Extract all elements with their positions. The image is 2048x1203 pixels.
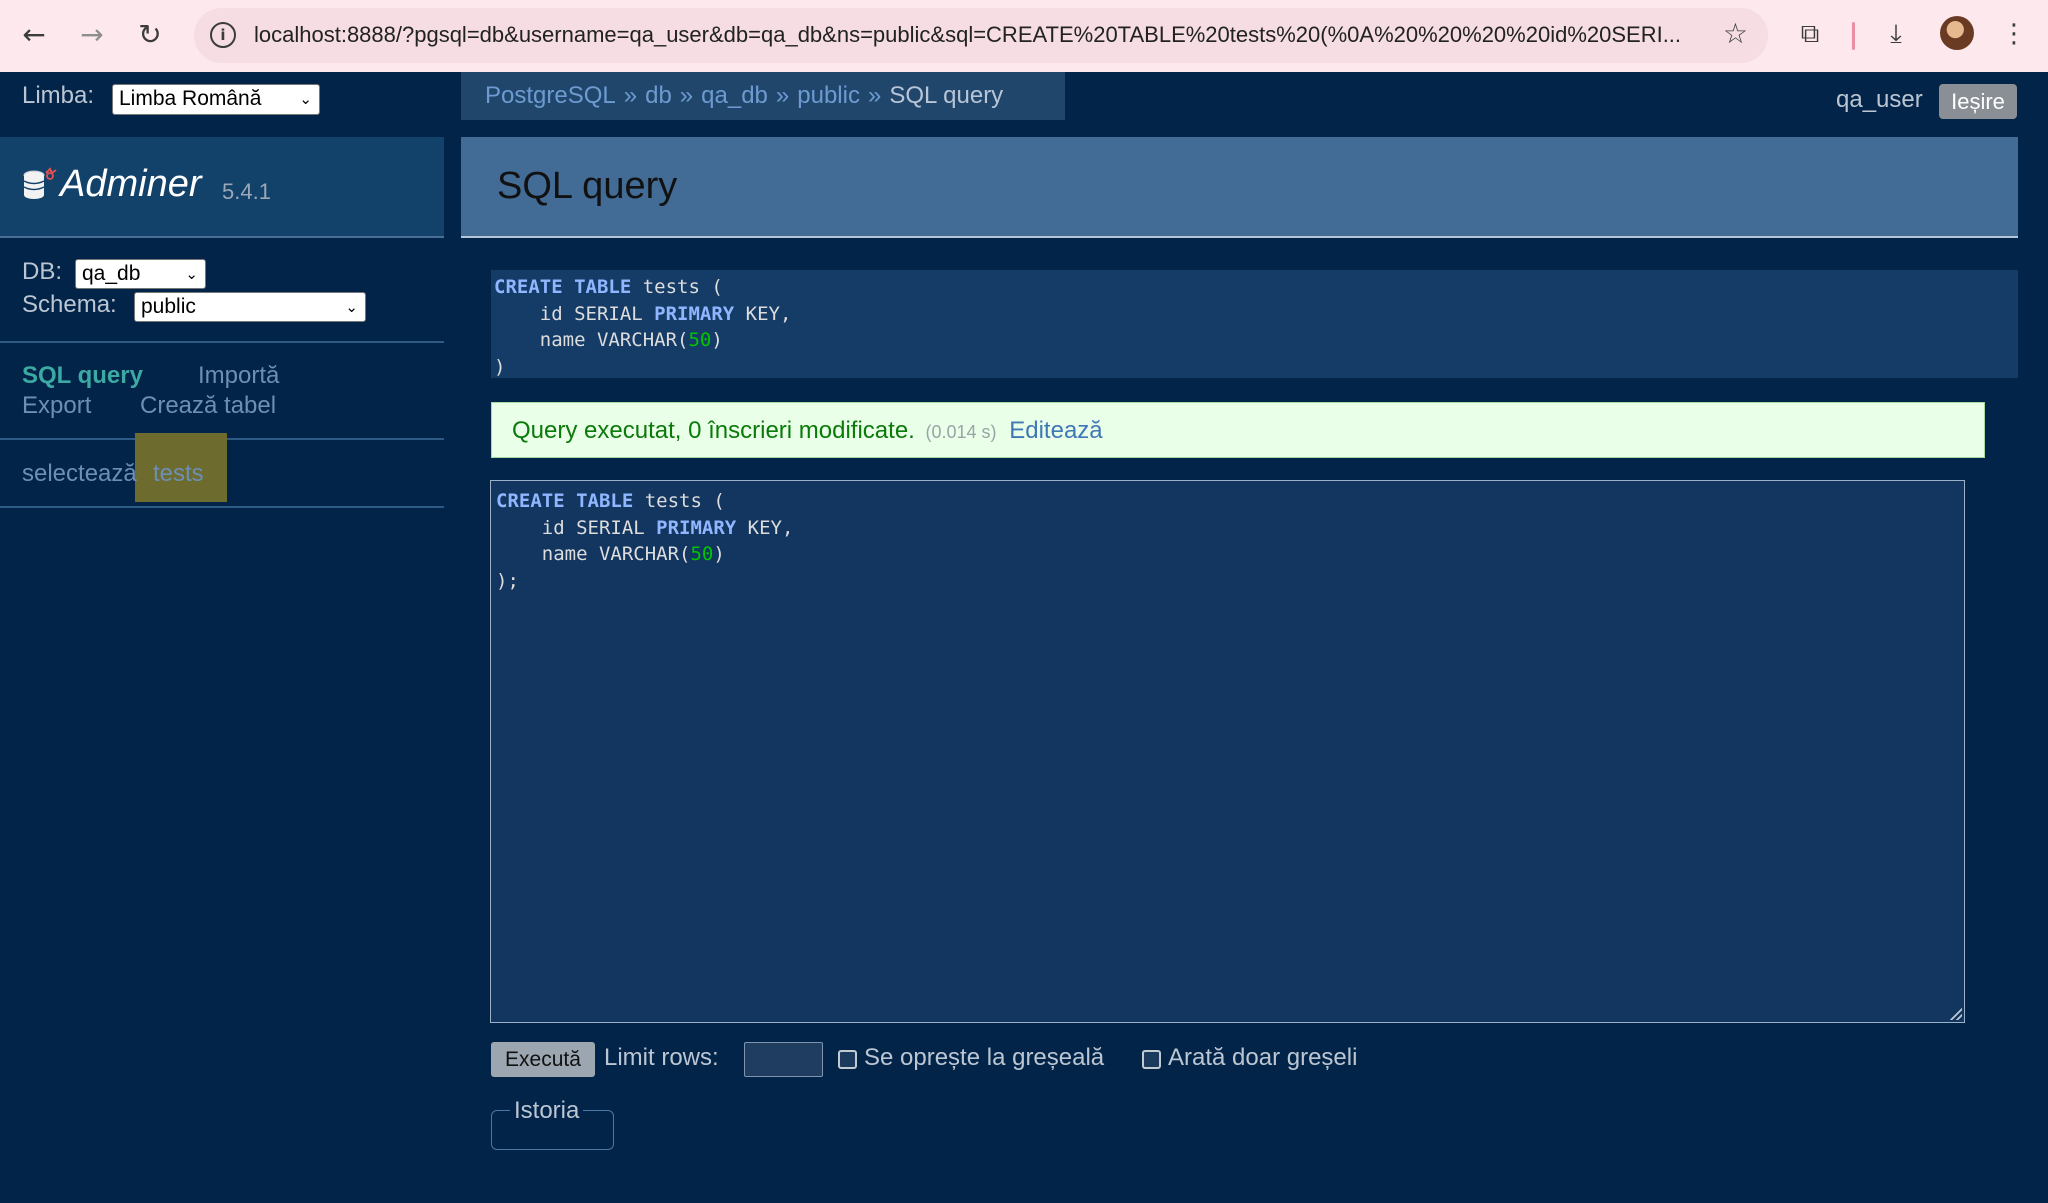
stop-on-error-label[interactable]: Se oprește la greșeală	[864, 1044, 1104, 1072]
executed-sql-block: CREATE TABLE tests ( id SERIAL PRIMARY K…	[491, 270, 2018, 378]
url-text[interactable]: localhost:8888/?pgsql=db&username=qa_use…	[254, 22, 1694, 48]
sql-text: tests (	[631, 276, 723, 298]
sidebar-link-import[interactable]: Importă	[198, 362, 279, 390]
site-info-icon[interactable]: i	[210, 22, 236, 48]
sql-keyword: PRIMARY	[654, 302, 735, 325]
db-select-value: qa_db	[82, 262, 141, 285]
only-errors-label[interactable]: Arată doar greșeli	[1168, 1044, 1357, 1072]
db-select[interactable]: qa_db ⌄	[75, 259, 206, 289]
breadcrumb-link-postgresql[interactable]: PostgreSQL	[485, 82, 616, 109]
resize-handle[interactable]	[1950, 1008, 1962, 1020]
breadcrumb-separator: »	[623, 82, 638, 109]
limit-rows-input[interactable]	[744, 1042, 823, 1077]
sql-number: 50	[690, 543, 714, 565]
chevron-down-icon: ⌄	[299, 90, 312, 108]
table-select-link[interactable]: selectează	[22, 460, 137, 488]
sql-text: id SERIAL	[494, 302, 655, 325]
chevron-down-icon: ⌄	[185, 265, 198, 283]
edit-query-link[interactable]: Editează	[1009, 417, 1102, 444]
execute-button[interactable]: Execută	[491, 1042, 595, 1077]
page-title: SQL query	[497, 165, 678, 207]
app-version: 5.4.1	[222, 179, 271, 204]
reload-icon[interactable]: ↻	[130, 14, 170, 54]
breadcrumb: PostgreSQL » db » qa_db » public » SQL query	[461, 72, 1065, 120]
stop-on-error-checkbox[interactable]	[838, 1050, 857, 1069]
sql-text: )	[711, 329, 723, 351]
profile-avatar[interactable]	[1940, 16, 1974, 50]
app-brand: Adminer 5.4.1	[0, 137, 444, 238]
schema-select[interactable]: public ⌄	[134, 292, 366, 322]
success-message: Query executat, 0 înscrieri modificate. …	[491, 402, 1985, 458]
current-user: qa_user	[1836, 86, 1923, 113]
limit-rows-label: Limit rows:	[604, 1044, 719, 1071]
sql-keyword: PRIMARY	[656, 516, 737, 539]
sql-number: 50	[688, 329, 712, 351]
sql-keyword: CREATE	[494, 276, 563, 298]
sql-keyword: CREATE	[496, 490, 565, 512]
sql-editor[interactable]: CREATE TABLE tests ( id SERIAL PRIMARY K…	[490, 480, 1965, 1023]
only-errors-checkbox[interactable]	[1142, 1050, 1161, 1069]
address-bar[interactable]: i localhost:8888/?pgsql=db&username=qa_u…	[194, 8, 1768, 63]
logout-button[interactable]: Ieșire	[1939, 84, 2017, 119]
sidebar-link-export[interactable]: Export	[22, 392, 91, 420]
sql-text: )	[713, 543, 725, 565]
sql-keyword: TABLE	[576, 490, 634, 512]
browser-menu-icon[interactable]: ⋮	[1996, 14, 2032, 54]
chevron-down-icon: ⌄	[345, 298, 358, 316]
forward-icon[interactable]: →	[72, 14, 112, 54]
breadcrumb-separator: »	[775, 82, 790, 109]
breadcrumb-separator: »	[867, 82, 882, 109]
language-select-value: Limba Română	[119, 87, 262, 110]
sidebar-divider	[0, 506, 444, 508]
sql-text: )	[494, 355, 506, 378]
sql-text: name VARCHAR(	[494, 329, 689, 351]
sql-text: );	[496, 569, 519, 592]
sql-text: KEY,	[734, 302, 792, 325]
breadcrumb-link-public[interactable]: public	[797, 82, 860, 109]
sidebar-divider	[0, 341, 444, 343]
sql-text: id SERIAL	[496, 516, 657, 539]
language-select[interactable]: Limba Română ⌄	[112, 84, 320, 115]
history-toggle[interactable]: Istoria	[510, 1097, 584, 1125]
downloads-icon[interactable]: ⤓	[1876, 14, 1916, 54]
breadcrumb-link-db[interactable]: db	[645, 82, 672, 109]
table-link-tests[interactable]: tests	[153, 460, 204, 488]
db-label: DB:	[22, 258, 63, 285]
bookmark-star-icon[interactable]: ☆	[1723, 17, 1748, 50]
back-icon[interactable]: ←	[14, 14, 54, 54]
toolbar-divider	[1852, 22, 1855, 50]
sidebar-link-sql-query[interactable]: SQL query	[22, 362, 143, 390]
schema-label: Schema:	[22, 291, 117, 318]
language-label: Limba:	[22, 82, 95, 109]
database-logo-icon	[23, 167, 57, 199]
breadcrumb-link-qa-db[interactable]: qa_db	[701, 82, 768, 109]
breadcrumb-separator: »	[679, 82, 694, 109]
sql-text: tests (	[633, 490, 725, 512]
success-message-text: Query executat, 0 înscrieri modificate.	[512, 417, 915, 444]
browser-toolbar: ← → ↻ i localhost:8888/?pgsql=db&usernam…	[0, 0, 2048, 72]
extensions-icon[interactable]: ⧉	[1790, 14, 1830, 54]
schema-select-value: public	[141, 295, 196, 318]
breadcrumb-current: SQL query	[889, 82, 1004, 109]
execution-time: (0.014 s)	[925, 422, 997, 442]
sql-keyword: TABLE	[574, 276, 632, 298]
app-name[interactable]: Adminer	[60, 163, 202, 206]
sql-text: name VARCHAR(	[496, 543, 691, 565]
page-header: SQL query	[461, 137, 2018, 238]
sql-text: KEY,	[736, 516, 794, 539]
sidebar-link-create-table[interactable]: Crează tabel	[140, 392, 276, 420]
